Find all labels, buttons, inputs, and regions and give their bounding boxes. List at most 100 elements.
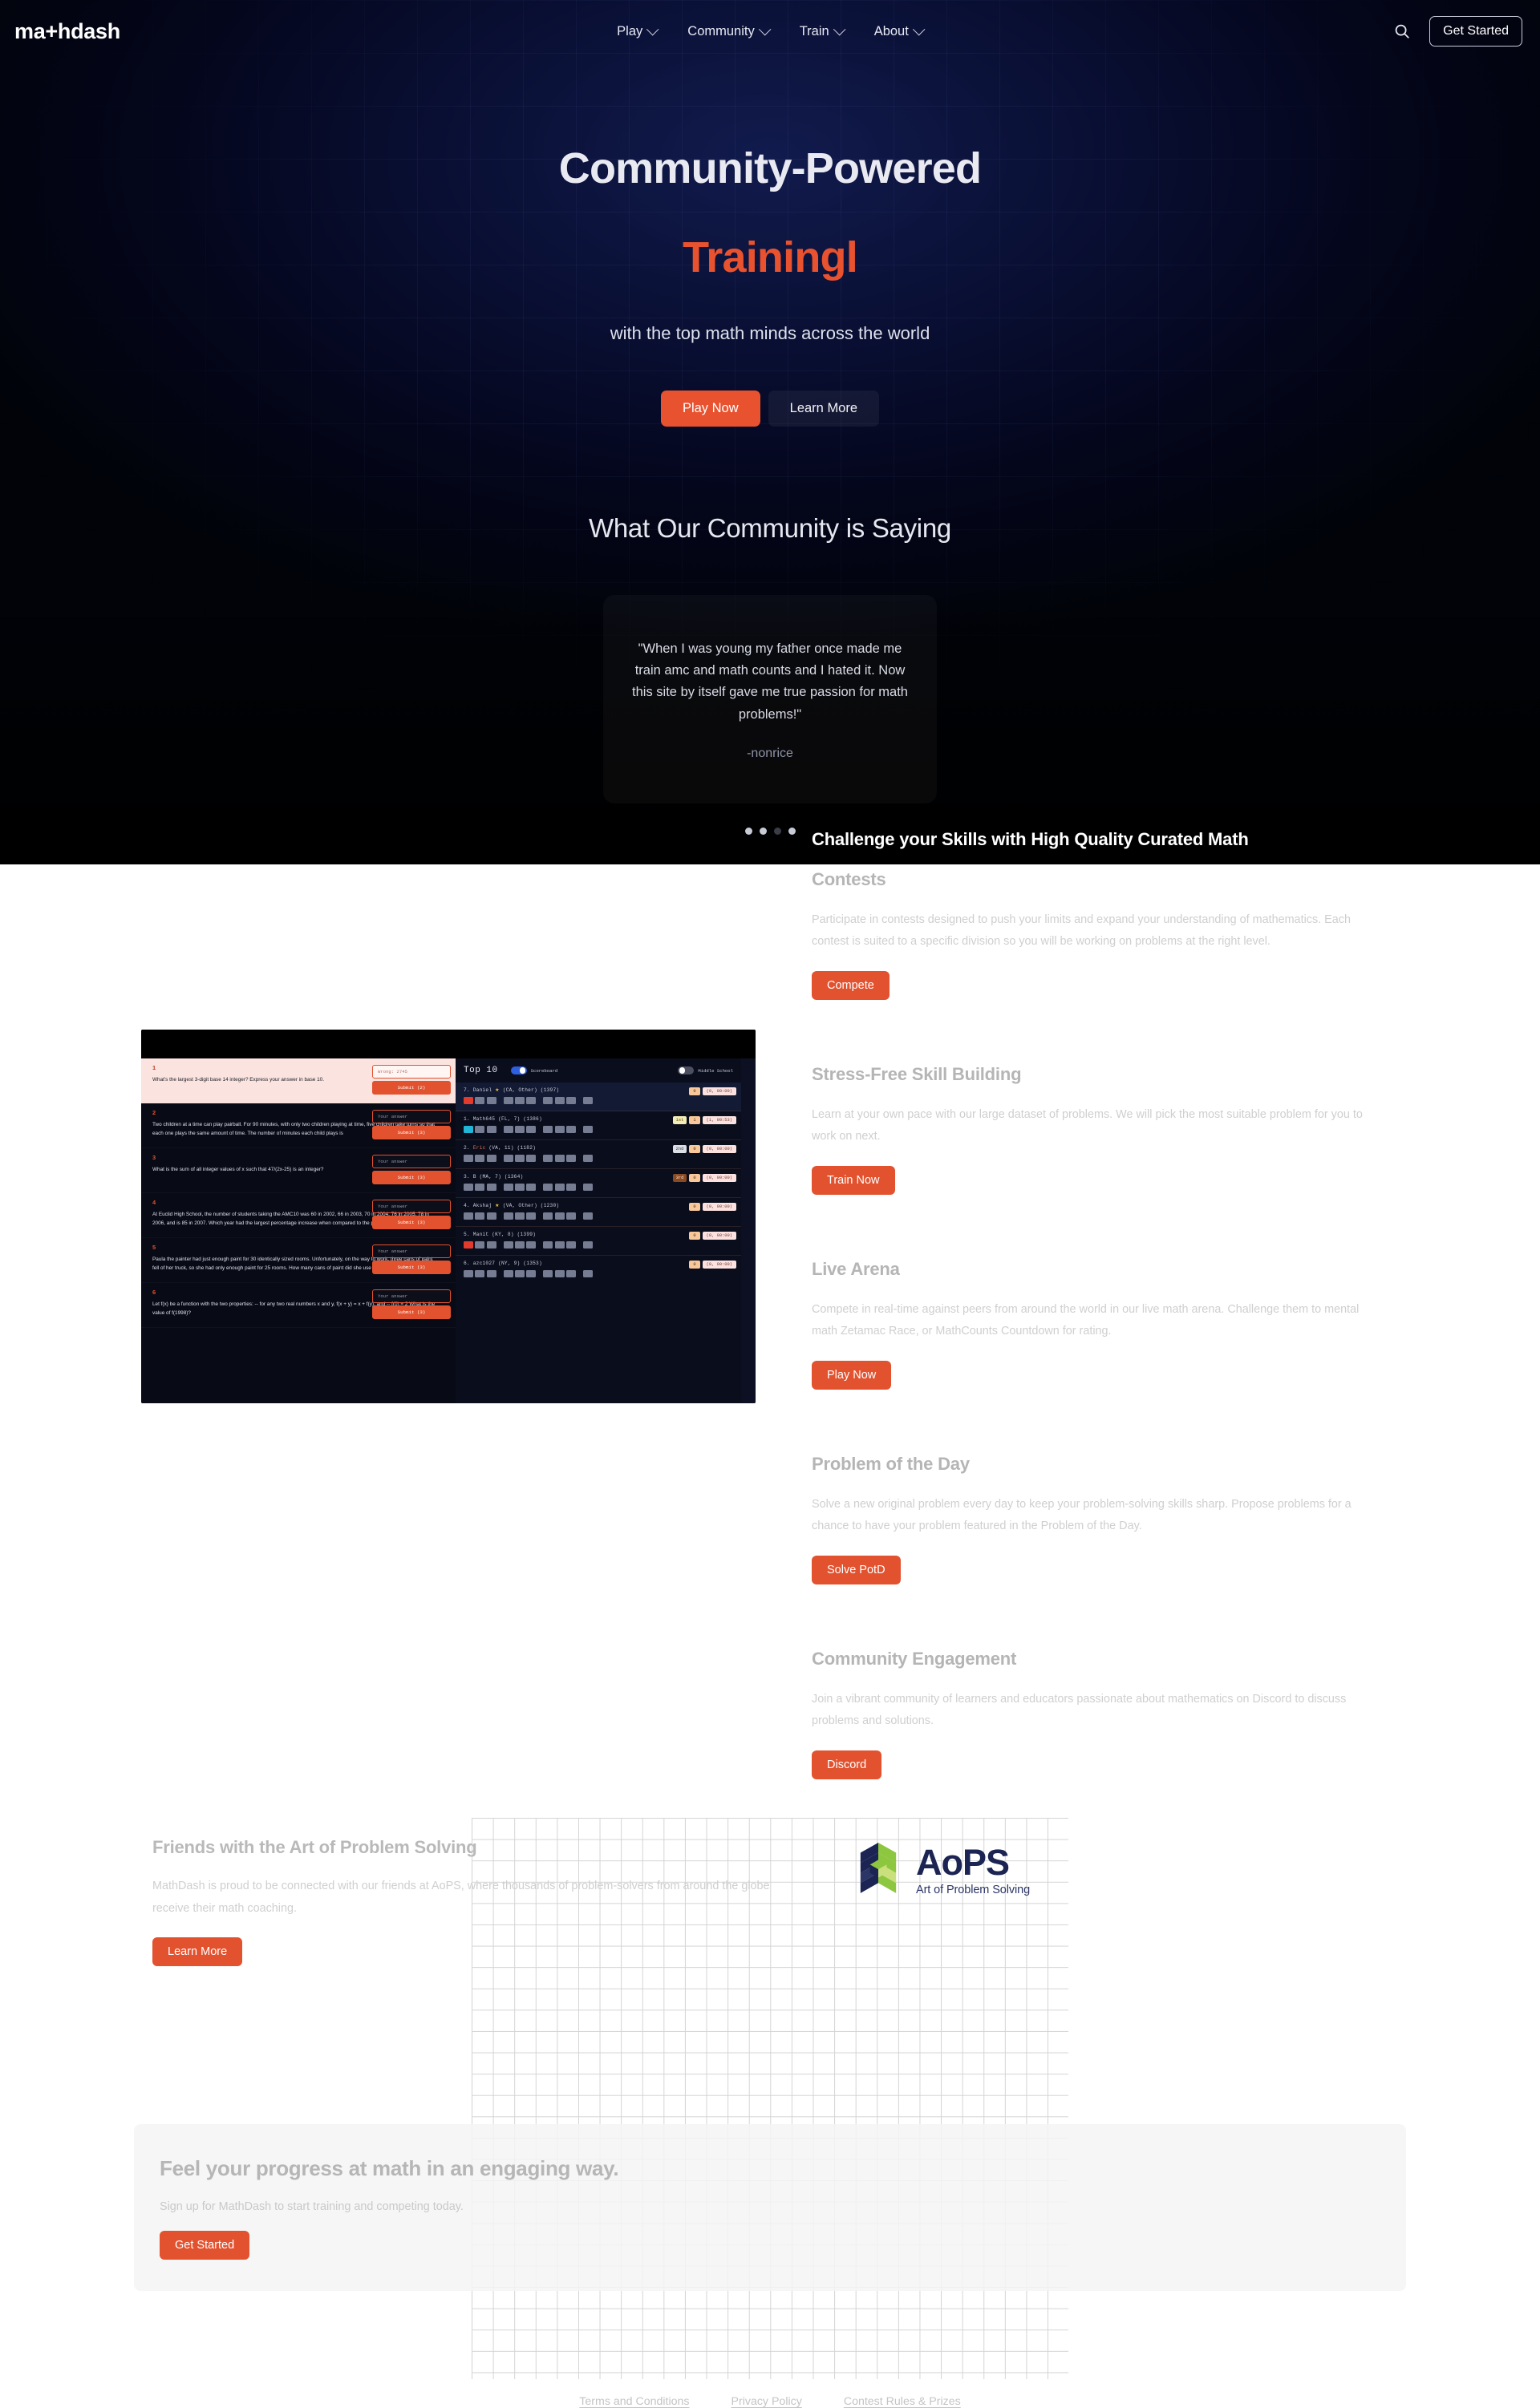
- feature-live-arena: Live Arena Compete in real-time against …: [812, 1257, 1388, 1390]
- learn-more-button[interactable]: Learn More: [768, 391, 880, 427]
- carousel-dot-3[interactable]: [773, 828, 781, 836]
- hero-title-line1: Community-Powered: [558, 144, 982, 192]
- solve-potd-button[interactable]: Solve PotD: [812, 1556, 901, 1584]
- nav-item-about-label: About: [873, 23, 909, 38]
- app-preview-side-strip: [741, 1058, 756, 1403]
- school-toggle-label: Middle School: [698, 1067, 733, 1074]
- leaderboard-time: (0, 00:00): [702, 1087, 736, 1095]
- carousel-dot-4[interactable]: [788, 828, 796, 836]
- feature-skill-building-desc: Learn at your own pace with our large da…: [812, 1107, 1363, 1143]
- signup-cta-section: Feel your progress at math in an engagin…: [134, 2124, 1406, 2291]
- train-now-button[interactable]: Train Now: [812, 1166, 895, 1195]
- hero-subtitle: with the top math minds across the world: [610, 323, 930, 344]
- app-problem-row: 6 Let f(x) be a function with the two pr…: [141, 1283, 456, 1328]
- leaderboard-row: 3. B (MA, 7) (1364) 3rd 0 (0, 00:00): [456, 1169, 741, 1198]
- footer-link-privacy[interactable]: Privacy Policy: [732, 2395, 802, 2408]
- feature-potd: Problem of the Day Solve a new original …: [812, 1452, 1388, 1584]
- leaderboard-time: (1, 00:53): [702, 1116, 736, 1124]
- feature-potd-desc: Solve a new original problem every day t…: [812, 1497, 1352, 1533]
- leaderboard-row-cells: [464, 1184, 733, 1191]
- hero-cta-group: Play Now Learn More: [0, 391, 1540, 427]
- chevron-down-icon: [758, 22, 771, 35]
- discord-button[interactable]: Discord: [812, 1750, 882, 1779]
- leaderboard-time: (0, 00:00): [702, 1232, 736, 1240]
- aops-learn-more-button[interactable]: Learn More: [152, 1937, 243, 1967]
- leaderboard-points: 0: [689, 1232, 700, 1240]
- leaderboard-row-cells: [464, 1155, 733, 1162]
- feature-potd-title: Problem of the Day: [812, 1454, 970, 1474]
- chevron-down-icon: [912, 22, 926, 35]
- brand-logo[interactable]: ma+hdash: [14, 19, 120, 44]
- navbar-actions: Get Started: [1388, 16, 1522, 47]
- play-now-button[interactable]: Play Now: [660, 391, 760, 427]
- app-problem-answer-group: Your answer Submit (3): [372, 1244, 451, 1274]
- app-answer-input[interactable]: Your answer: [372, 1200, 451, 1213]
- leaderboard-row-cells: [464, 1212, 733, 1220]
- app-preview-screenshot: 1 What's the largest 3-digit base 14 int…: [141, 1030, 756, 1403]
- leaderboard-points: 0: [689, 1087, 700, 1095]
- app-answer-input[interactable]: Your answer: [372, 1244, 451, 1258]
- feature-community-title: Community Engagement: [812, 1649, 1017, 1669]
- hero-content: Community-Powered Trainingl with the top…: [0, 63, 1540, 836]
- chevron-down-icon: [646, 22, 659, 35]
- nav-item-play-label: Play: [617, 23, 643, 38]
- scoreboard-toggle-group[interactable]: Scoreboard: [510, 1066, 557, 1074]
- scoreboard-toggle[interactable]: [510, 1066, 527, 1074]
- app-problem-row: 5 Paula the painter had just enough pain…: [141, 1238, 456, 1283]
- feature-contests-desc: Participate in contests designed to push…: [812, 913, 1351, 949]
- leaderboard-row: 6. azc1027 (NY, 9) (1353) 0 (0, 00:00): [456, 1256, 741, 1284]
- carousel-dot-1[interactable]: [744, 828, 752, 836]
- nav-item-play[interactable]: Play: [617, 22, 659, 39]
- app-submit-button[interactable]: Submit (3): [372, 1171, 451, 1184]
- leaderboard-points: 0: [689, 1145, 700, 1153]
- search-icon[interactable]: [1388, 17, 1416, 46]
- app-answer-input[interactable]: Your answer: [372, 1155, 451, 1168]
- feature-live-arena-title: Live Arena: [812, 1259, 900, 1279]
- star-icon: ★: [495, 1203, 500, 1208]
- aops-description: MathDash is proud to be connected with o…: [152, 1880, 770, 1915]
- app-problem-row: 1 What's the largest 3-digit base 14 int…: [141, 1058, 456, 1103]
- app-submit-button[interactable]: Submit (3): [372, 1216, 451, 1229]
- school-toggle[interactable]: [678, 1066, 695, 1074]
- features-column: Contests Participate in contests designe…: [812, 864, 1540, 1779]
- features-section: 1 What's the largest 3-digit base 14 int…: [0, 864, 1540, 1811]
- leaderboard-points: 0: [689, 1261, 700, 1269]
- footer-link-terms[interactable]: Terms and Conditions: [579, 2395, 689, 2408]
- footer-link-contest-rules[interactable]: Contest Rules & Prizes: [844, 2395, 961, 2408]
- leaderboard-time: (0, 00:00): [702, 1174, 736, 1182]
- app-answer-input[interactable]: Your answer: [372, 1289, 451, 1303]
- testimonials-heading: What Our Community is Saying: [589, 513, 951, 544]
- get-started-button[interactable]: Get Started: [1429, 16, 1522, 47]
- leaderboard-medal: 3rd: [672, 1174, 687, 1182]
- aops-section: Friends with the Art of Problem Solving …: [0, 1818, 1540, 2379]
- play-now-feature-button[interactable]: Play Now: [812, 1361, 892, 1390]
- cta-get-started-button[interactable]: Get Started: [160, 2231, 250, 2260]
- app-problem-answer-group: Your answer Submit (3): [372, 1155, 451, 1184]
- nav-item-community[interactable]: Community: [687, 22, 771, 39]
- compete-button[interactable]: Compete: [812, 971, 890, 1000]
- leaderboard-row: 4. Akshaj ★ (VA, Other) (1230) 0 (0, 00:…: [456, 1198, 741, 1227]
- hero-section: ma+hdash Play Community Train About Get …: [0, 0, 1540, 864]
- leaderboard-row: 7. Daniel ★ (CA, Other) (1397) 0 (0, 00:…: [456, 1083, 741, 1111]
- app-submit-button[interactable]: Submit (3): [372, 1305, 451, 1319]
- carousel-dot-2[interactable]: [759, 828, 767, 836]
- leaderboard-title: Top 10: [464, 1066, 498, 1075]
- app-submit-button[interactable]: Submit (3): [372, 1261, 451, 1274]
- app-problem-row: 2 Two children at a time can play pairba…: [141, 1103, 456, 1148]
- carousel-dots: [0, 828, 1540, 836]
- leaderboard-points: 0: [689, 1174, 700, 1182]
- app-answer-input[interactable]: Your answer: [372, 1110, 451, 1123]
- nav-item-about[interactable]: About: [873, 22, 926, 39]
- leaderboard-row-cells: [464, 1097, 733, 1104]
- app-submit-button[interactable]: Submit (2): [372, 1081, 451, 1095]
- feature-skill-building-title: Stress-Free Skill Building: [812, 1064, 1022, 1084]
- app-answer-input[interactable]: Wrong: 2745: [372, 1065, 451, 1079]
- nav-item-train[interactable]: Train: [800, 22, 845, 39]
- feature-community-desc: Join a vibrant community of learners and…: [812, 1692, 1347, 1728]
- app-problem-row: 4 At Euclid High School, the number of s…: [141, 1193, 456, 1238]
- leaderboard-header: Top 10 Scoreboard Middle School: [456, 1058, 741, 1083]
- school-toggle-group[interactable]: Middle School: [678, 1066, 733, 1074]
- nav-menu: Play Community Train About: [617, 22, 926, 39]
- app-submit-button[interactable]: Submit (3): [372, 1126, 451, 1139]
- navbar: ma+hdash Play Community Train About Get …: [0, 0, 1540, 63]
